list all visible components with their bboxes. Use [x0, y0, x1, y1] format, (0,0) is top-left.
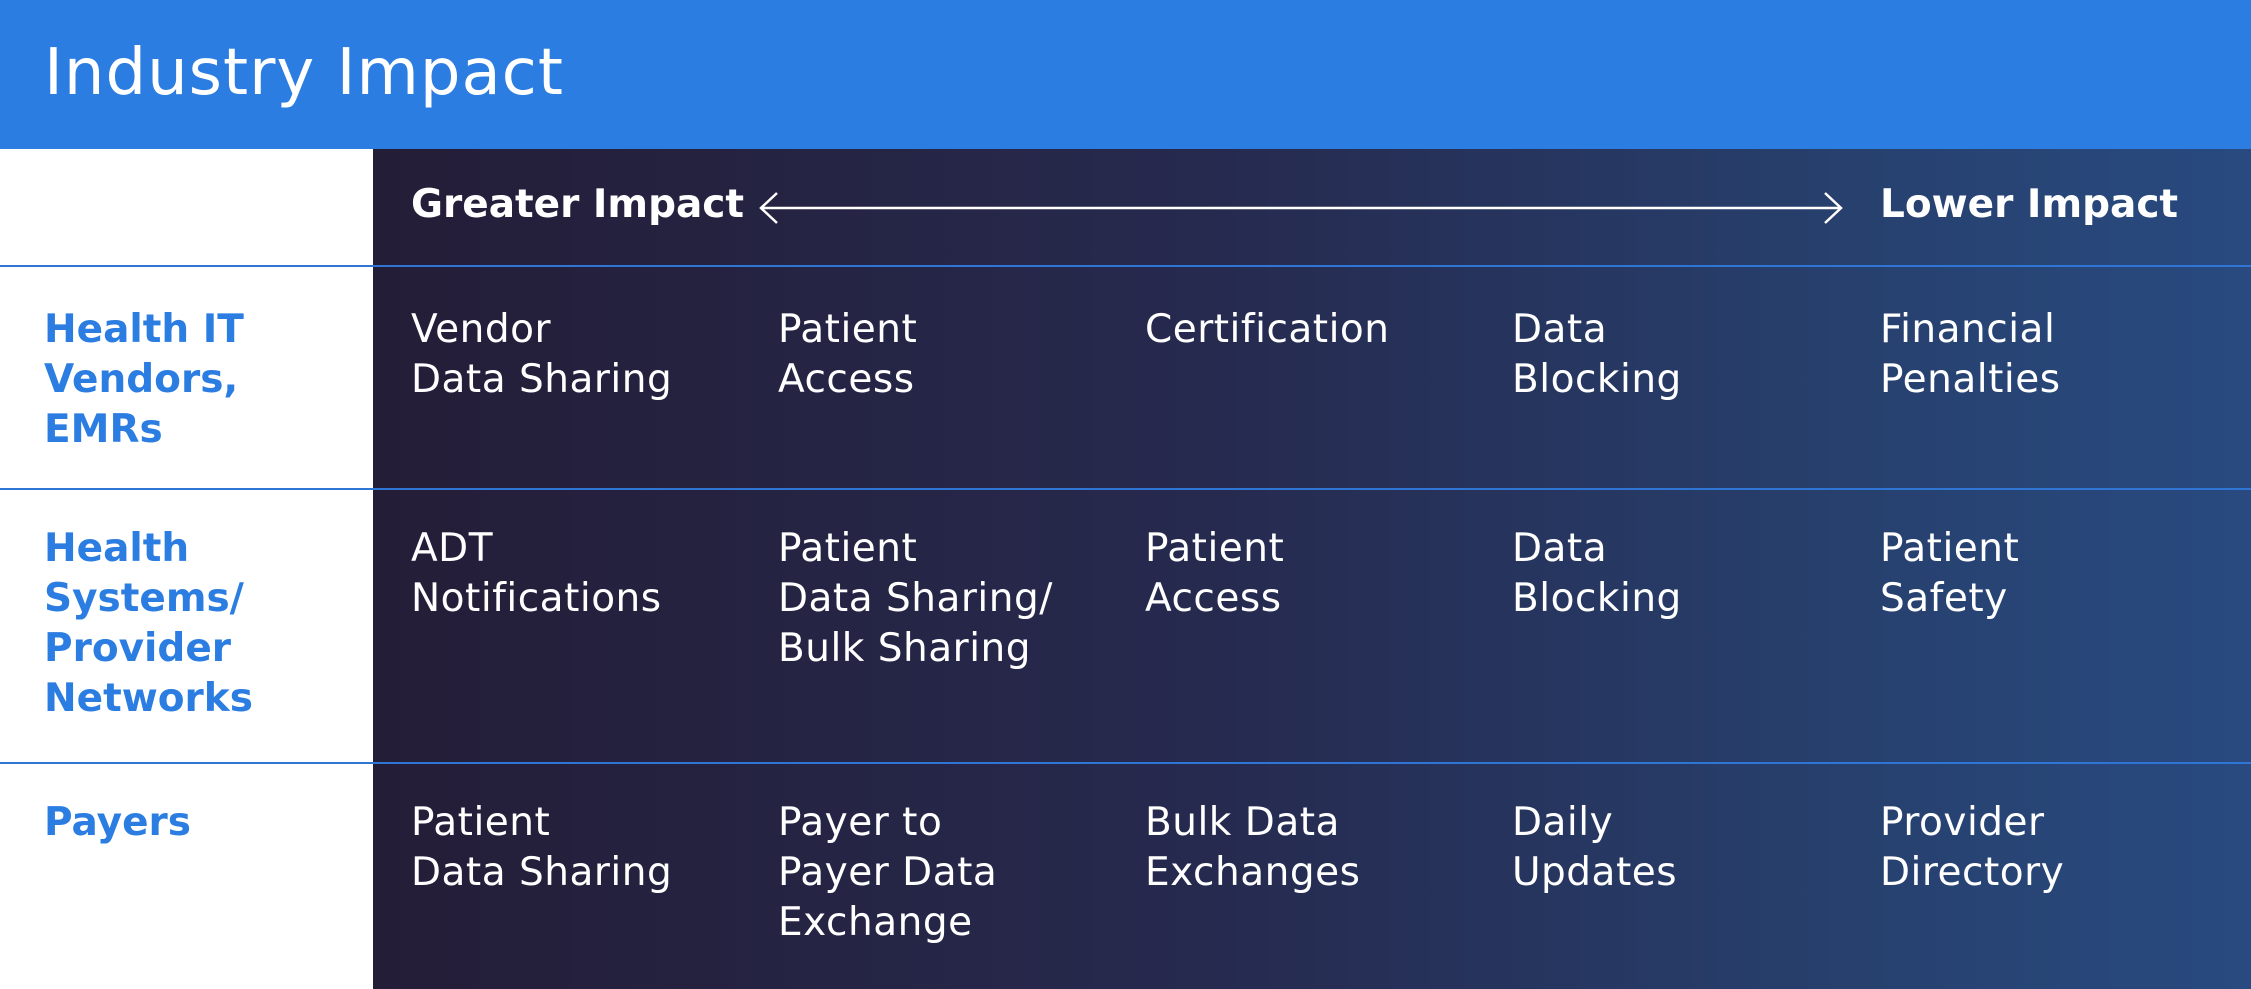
row-label-payers: Payers	[44, 800, 191, 845]
cell-patient-data-sharing-bulk: Patient Data Sharing/ Bulk Sharing	[778, 526, 1053, 671]
cell-payer-to-payer-exchange: Payer to Payer Data Exchange	[778, 800, 998, 945]
lower-impact-label: Lower Impact	[1880, 182, 2179, 227]
divider-row-1	[0, 488, 2251, 490]
cell-vendor-data-sharing: Vendor Data Sharing	[411, 307, 673, 402]
cell-patient-safety: Patient Safety	[1880, 526, 2020, 621]
cell-bulk-data-exchanges: Bulk Data Exchanges	[1145, 800, 1361, 895]
divider-row-2	[0, 762, 2251, 764]
divider-scale	[0, 265, 2251, 267]
cell-adt-notifications: ADT Notifications	[411, 526, 662, 621]
cell-certification: Certification	[1145, 307, 1390, 352]
greater-impact-label: Greater Impact	[411, 182, 745, 227]
cell-patient-access: Patient Access	[1145, 526, 1285, 621]
page-title: Industry Impact	[44, 36, 564, 110]
industry-impact-diagram: Industry Impact Greater Impact Lower Imp…	[0, 0, 2251, 989]
cell-provider-directory: Provider Directory	[1880, 800, 2065, 895]
cell-patient-access: Patient Access	[778, 307, 918, 402]
cell-data-blocking: Data Blocking	[1512, 526, 1682, 621]
cell-financial-penalties: Financial Penalties	[1880, 307, 2061, 402]
cell-data-blocking: Data Blocking	[1512, 307, 1682, 402]
cell-daily-updates: Daily Updates	[1512, 800, 1678, 895]
row-label-health-it-vendors: Health IT Vendors, EMRs	[44, 307, 244, 452]
row-label-health-systems: Health Systems/ Provider Networks	[44, 526, 253, 721]
title-bar: Industry Impact	[0, 0, 2251, 149]
cell-patient-data-sharing: Patient Data Sharing	[411, 800, 673, 895]
double-arrow-icon	[759, 192, 1843, 224]
